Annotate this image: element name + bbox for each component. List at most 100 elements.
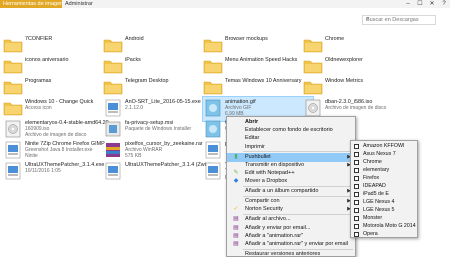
file-name: Chrome [325, 36, 345, 42]
winrar-icon: ▤ [233, 216, 239, 223]
pushbullet-device-item[interactable]: Chrome [351, 158, 417, 166]
pushbullet-device-item[interactable]: LGE Nexus 5 [351, 206, 417, 214]
pushbullet-device-item[interactable]: Firefox [351, 174, 417, 182]
file-detail-2: Ninite [25, 153, 38, 159]
pushbullet-device-item[interactable]: Opera [351, 230, 417, 238]
pushbullet-device-item[interactable]: Amazon KFFOWI [351, 142, 417, 150]
ribbon-bar: Herramientas de imagen Administrar – ☐ ✕… [0, 0, 450, 8]
context-menu-label: Imprimir [245, 143, 265, 150]
context-menu-label: Pushbullet [245, 153, 271, 160]
context-menu-label: Edit with Notepad++ [245, 170, 295, 176]
file-name: Temas Windows 10 Anniversary [225, 78, 302, 84]
context-menu-item[interactable]: Imprimir [227, 143, 355, 152]
exe-icon [3, 141, 23, 159]
file-name: 7CONFIER [25, 36, 53, 42]
device-label: Motorola Moto G 2014 [363, 223, 416, 229]
pushbullet-device-item[interactable]: IDEAPAD [351, 182, 417, 190]
context-menu-label: Añadir y enviar por email... [245, 224, 311, 231]
gif-icon [203, 120, 223, 138]
context-menu: Abrir Establecer como fondo de escritorio… [226, 116, 356, 257]
search-icon: ⌕ [366, 16, 370, 22]
device-label: LGE Nexus 4 [363, 199, 395, 205]
context-menu-item[interactable]: ▤ Añadir a "animation.rar" y enviar por e… [227, 240, 355, 249]
exe-icon [103, 99, 123, 117]
pushbullet-device-item[interactable]: LGE Nexus 4 [351, 198, 417, 206]
device-icon [354, 223, 359, 229]
pushbullet-device-item[interactable]: Motorola Moto G 2014 [351, 222, 417, 230]
help-button[interactable]: ? [438, 0, 450, 8]
folder-icon [103, 78, 123, 96]
context-menu-item[interactable]: ✓Norton Security▶ [227, 205, 355, 214]
search-input[interactable]: Buscar en Descargas ⌕ [362, 15, 436, 25]
file-detail-2: Archivo de imagen de disco [25, 132, 87, 138]
file-item[interactable]: UltraUXThemePatcher_3.1.4.exe 10/11/2016 … [3, 160, 113, 184]
file-name: iPacks [125, 57, 141, 63]
pushbullet-icon: ▮ [234, 153, 238, 160]
folder-icon [103, 57, 123, 75]
context-menu-label: Establecer como fondo de escritorio [245, 127, 333, 134]
device-icon [354, 231, 359, 237]
file-detail: 10/11/2016 1:05 [25, 168, 61, 174]
file-name: Window Metrics [325, 78, 364, 84]
context-menu-label: Añadir a un álbum compartido [245, 188, 319, 195]
file-item[interactable]: UltraUXThemePatcher_3.1.4 (Zwinte) [103, 160, 213, 184]
file-detail: Access icon [25, 105, 52, 111]
iso-icon [3, 120, 23, 138]
pushbullet-device-item[interactable]: Asus Nexus 7 [351, 150, 417, 158]
context-menu-label: Abrir [245, 119, 259, 125]
msi-icon [103, 120, 123, 138]
context-menu-label: Editar [245, 135, 260, 142]
file-detail: Paquete de Windows Installer [125, 126, 192, 132]
folder-icon [203, 36, 223, 54]
device-label: iPad5 de E [363, 191, 389, 197]
file-detail-2: 575 KB [125, 153, 142, 159]
file-name: Menu Animation Speed Hacks [225, 57, 298, 63]
winrar-icon: ▤ [233, 241, 239, 247]
exe-icon [203, 162, 223, 180]
winrar-icon: ▤ [233, 224, 239, 231]
exe-icon [103, 162, 123, 180]
file-name: Oldnewexplorer [325, 57, 363, 63]
context-menu-label: Compartir con [245, 198, 280, 205]
context-menu-label: Añadir a "animation.rar" y enviar por em… [245, 241, 348, 247]
folder-icon [303, 78, 323, 96]
device-label: IDEAPAD [363, 183, 386, 189]
device-label: Firefox [363, 175, 380, 181]
pushbullet-device-item[interactable]: iPad5 de E [351, 190, 417, 198]
file-name: Android [125, 36, 144, 42]
minimize-button[interactable]: – [402, 0, 414, 8]
context-menu-item[interactable]: Restaurar versiones anteriores [227, 250, 355, 256]
folder-icon [3, 78, 23, 96]
file-name: Telegram Desktop [125, 78, 169, 84]
dropbox-icon: ◆ [233, 178, 239, 185]
context-menu-label: Transmitir en dispositivo [245, 161, 305, 168]
device-icon [354, 175, 359, 181]
context-menu-label: Mover a Dropbox [245, 178, 288, 185]
folder-icon [203, 78, 223, 96]
notepadpp-icon: ✎ [233, 170, 239, 176]
folder-icon [3, 57, 23, 75]
context-menu-label: Añadir al archivo... [245, 216, 291, 223]
device-label: Amazon KFFOWI [363, 143, 405, 149]
folder-icon [203, 57, 223, 75]
maximize-button[interactable]: ☐ [414, 0, 426, 8]
context-menu-item[interactable]: Añadir a un álbum compartido▶ [227, 187, 355, 196]
file-name: Browser mockups [225, 36, 268, 42]
tab-image-tools[interactable]: Herramientas de imagen [0, 0, 63, 8]
device-label: Asus Nexus 7 [363, 151, 396, 157]
iso-icon [303, 99, 323, 117]
exe-icon [3, 162, 23, 180]
folder-icon [3, 36, 23, 54]
close-button[interactable]: ✕ [426, 0, 438, 8]
folder-icon [303, 36, 323, 54]
device-label: Opera [363, 231, 378, 237]
pushbullet-device-item[interactable]: elementary [351, 166, 417, 174]
pushbullet-submenu: Amazon KFFOWI Asus Nexus 7 Chrome elementar… [350, 140, 418, 238]
context-menu-label: Añadir a "animation.rar" [245, 232, 304, 239]
folder-icon [303, 57, 323, 75]
tab-manage[interactable]: Administrar [62, 0, 96, 8]
file-detail: 2.1.12.0 [125, 105, 144, 111]
gif-icon [203, 99, 223, 117]
pushbullet-device-item[interactable]: Monster [351, 214, 417, 222]
context-menu-item[interactable]: ◆ Mover a Dropbox [227, 177, 355, 186]
